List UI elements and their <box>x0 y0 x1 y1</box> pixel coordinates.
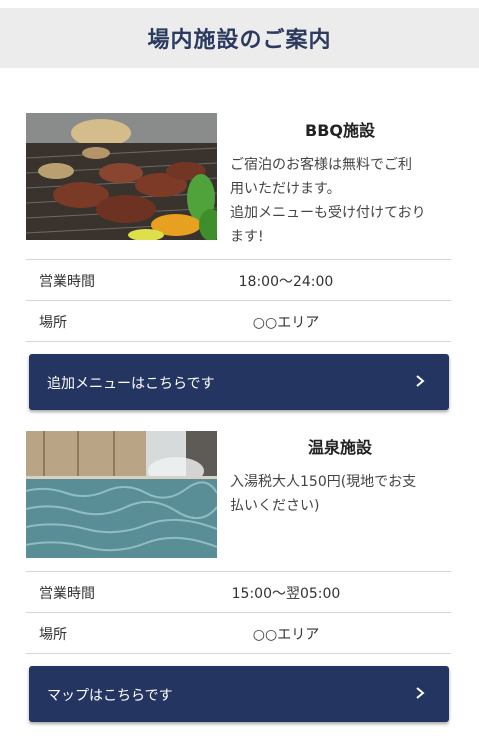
facility-description: ご宿泊のお客様は無料でご利 用いただけます。 追加メニューも受け付けており ます… <box>230 153 450 249</box>
hot-spring-info: 温泉施設 入湯税大人150円(現地でお支 払いください) <box>230 434 450 518</box>
button-label: マップはこちらです <box>47 688 173 704</box>
row-value: ○○エリア <box>252 627 320 643</box>
table-row: 場所 ○○エリア <box>26 300 451 342</box>
hot-spring-info-table: 営業時間 15:00〜翌05:00 場所 ○○エリア <box>26 571 451 654</box>
bbq-info: BBQ施設 ご宿泊のお客様は無料でご利 用いただけます。 追加メニューも受け付け… <box>230 117 450 249</box>
map-button[interactable]: マップはこちらです <box>29 666 449 722</box>
table-row: 営業時間 18:00〜24:00 <box>26 259 451 300</box>
row-value: ○○エリア <box>252 315 320 331</box>
desc-line: 入湯税大人150円(現地でお支 <box>230 474 417 490</box>
hot-spring-photo <box>26 431 217 558</box>
facility-name: 温泉施設 <box>307 438 372 457</box>
desc-line: 追加メニューも受け付けており <box>230 205 426 221</box>
desc-line: 払いください) <box>230 498 320 514</box>
desc-line: ます! <box>230 229 264 245</box>
table-row: 営業時間 15:00〜翌05:00 <box>26 571 451 612</box>
bbq-info-table: 営業時間 18:00〜24:00 場所 ○○エリア <box>26 259 451 342</box>
bbq-photo <box>26 113 217 240</box>
row-value: 18:00〜24:00 <box>238 274 334 290</box>
chevron-right-icon <box>416 375 425 387</box>
facility-name: BBQ施設 <box>305 121 375 140</box>
button-label: 追加メニューはこちらです <box>47 376 215 392</box>
additional-menu-button[interactable]: 追加メニューはこちらです <box>29 354 449 410</box>
page-header: 場内施設のご案内 <box>0 8 479 68</box>
chevron-right-icon <box>416 687 425 699</box>
desc-line: 用いただけます。 <box>230 181 341 197</box>
table-row: 場所 ○○エリア <box>26 612 451 654</box>
page-title: 場内施設のご案内 <box>147 28 332 53</box>
desc-line: ご宿泊のお客様は無料でご利 <box>230 157 412 173</box>
facility-description: 入湯税大人150円(現地でお支 払いください) <box>230 470 450 518</box>
row-value: 15:00〜翌05:00 <box>231 586 341 602</box>
